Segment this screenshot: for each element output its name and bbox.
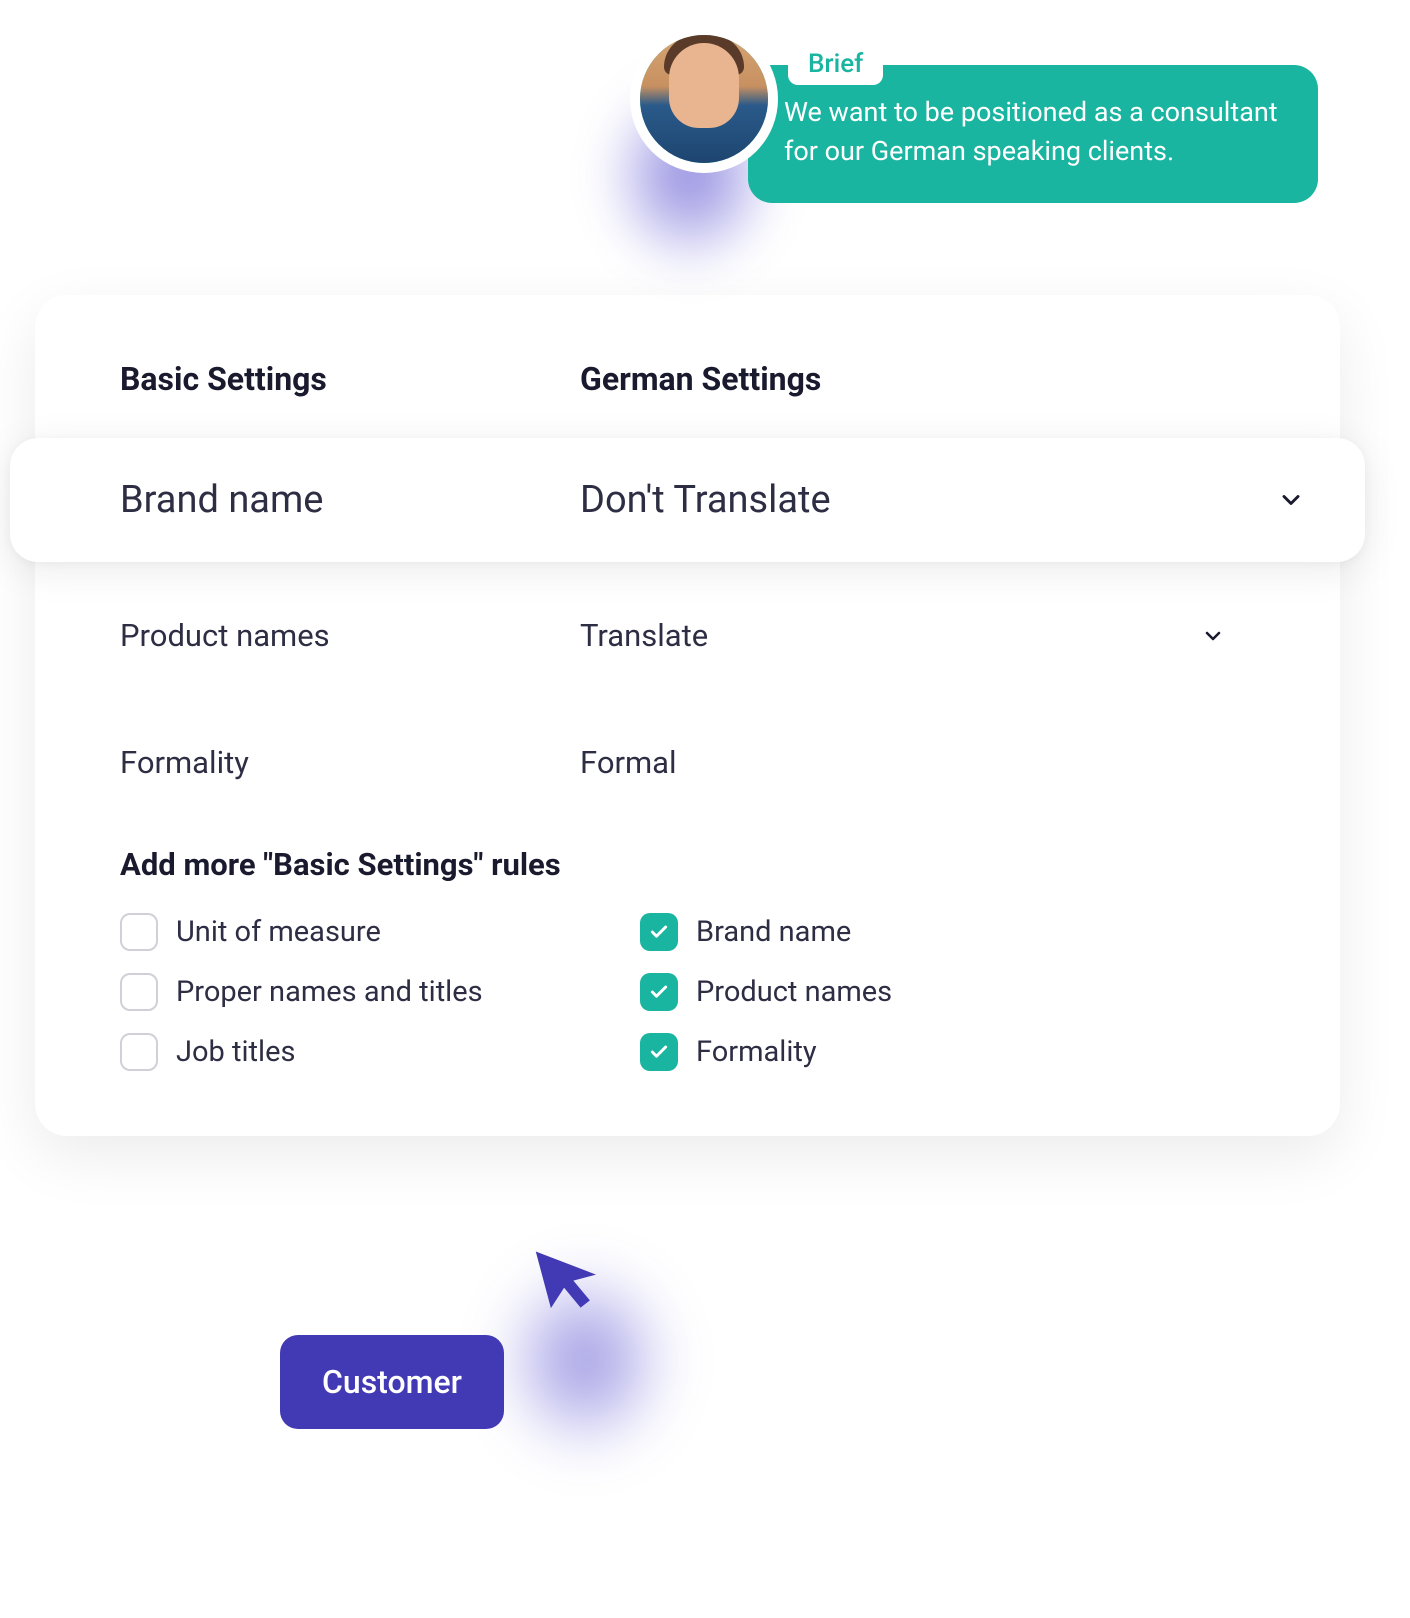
formality-row[interactable]: Formality Formal [35, 744, 1340, 781]
header-german-settings: German Settings [580, 360, 821, 398]
checkbox-job-titles[interactable]: Job titles [120, 1033, 640, 1071]
checkbox-label: Unit of measure [176, 915, 381, 949]
avatar [630, 25, 778, 173]
formality-value: Formal [580, 744, 1255, 781]
brand-name-value: Don't Translate [580, 478, 1277, 522]
brand-name-row[interactable]: Brand name Don't Translate [10, 438, 1365, 562]
customer-label: Customer [280, 1335, 504, 1429]
checkbox-grid: Unit of measure Brand name Proper names … [120, 913, 1255, 1071]
add-more-title: Add more "Basic Settings" rules [120, 846, 1255, 883]
checkbox-icon [120, 1033, 158, 1071]
checkbox-label: Job titles [176, 1035, 295, 1069]
checkbox-formality[interactable]: Formality [640, 1033, 1255, 1071]
header-basic-settings: Basic Settings [120, 360, 580, 398]
checkbox-checked-icon [640, 1033, 678, 1071]
checkbox-proper-names[interactable]: Proper names and titles [120, 973, 640, 1011]
settings-card: Basic Settings German Settings Brand nam… [35, 295, 1340, 1136]
formality-label: Formality [120, 744, 580, 781]
checkbox-checked-icon [640, 973, 678, 1011]
checkbox-label: Brand name [696, 915, 851, 949]
checkbox-icon [120, 913, 158, 951]
brand-name-label: Brand name [120, 478, 580, 522]
checkbox-label: Proper names and titles [176, 975, 483, 1009]
product-names-value: Translate [580, 617, 1201, 654]
checkbox-product-names[interactable]: Product names [640, 973, 1255, 1011]
brief-bubble: Brief We want to be positioned as a cons… [748, 65, 1318, 203]
add-more-section: Add more "Basic Settings" rules Unit of … [35, 846, 1340, 1071]
checkbox-label: Formality [696, 1035, 817, 1069]
cursor-area [525, 1230, 615, 1324]
checkbox-unit-of-measure[interactable]: Unit of measure [120, 913, 640, 951]
brief-label: Brief [788, 43, 883, 85]
chevron-down-icon [1277, 486, 1305, 514]
checkbox-checked-icon [640, 913, 678, 951]
cursor-icon [525, 1230, 615, 1320]
brief-text: We want to be positioned as a consultant… [784, 93, 1282, 171]
checkbox-brand-name[interactable]: Brand name [640, 913, 1255, 951]
chevron-down-icon [1201, 624, 1225, 648]
checkbox-icon [120, 973, 158, 1011]
card-headers: Basic Settings German Settings [35, 360, 1340, 398]
product-names-label: Product names [120, 617, 580, 654]
checkbox-label: Product names [696, 975, 892, 1009]
brief-section: Brief We want to be positioned as a cons… [630, 25, 1318, 203]
product-names-row[interactable]: Product names Translate [35, 617, 1340, 654]
